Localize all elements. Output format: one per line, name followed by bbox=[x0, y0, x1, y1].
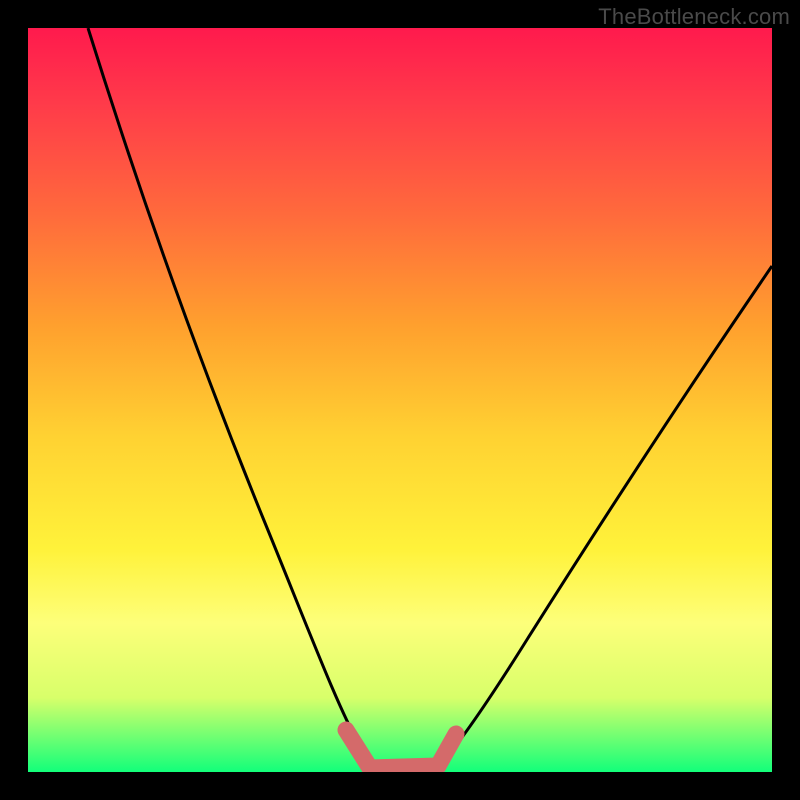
watermark-text: TheBottleneck.com bbox=[598, 4, 790, 30]
curve-layer bbox=[28, 28, 772, 772]
left-curve bbox=[88, 28, 380, 772]
valley-marker-right bbox=[438, 734, 456, 766]
plot-area bbox=[28, 28, 772, 772]
outer-frame: TheBottleneck.com bbox=[0, 0, 800, 800]
valley-marker-bottom bbox=[370, 766, 438, 768]
right-curve bbox=[433, 266, 772, 772]
